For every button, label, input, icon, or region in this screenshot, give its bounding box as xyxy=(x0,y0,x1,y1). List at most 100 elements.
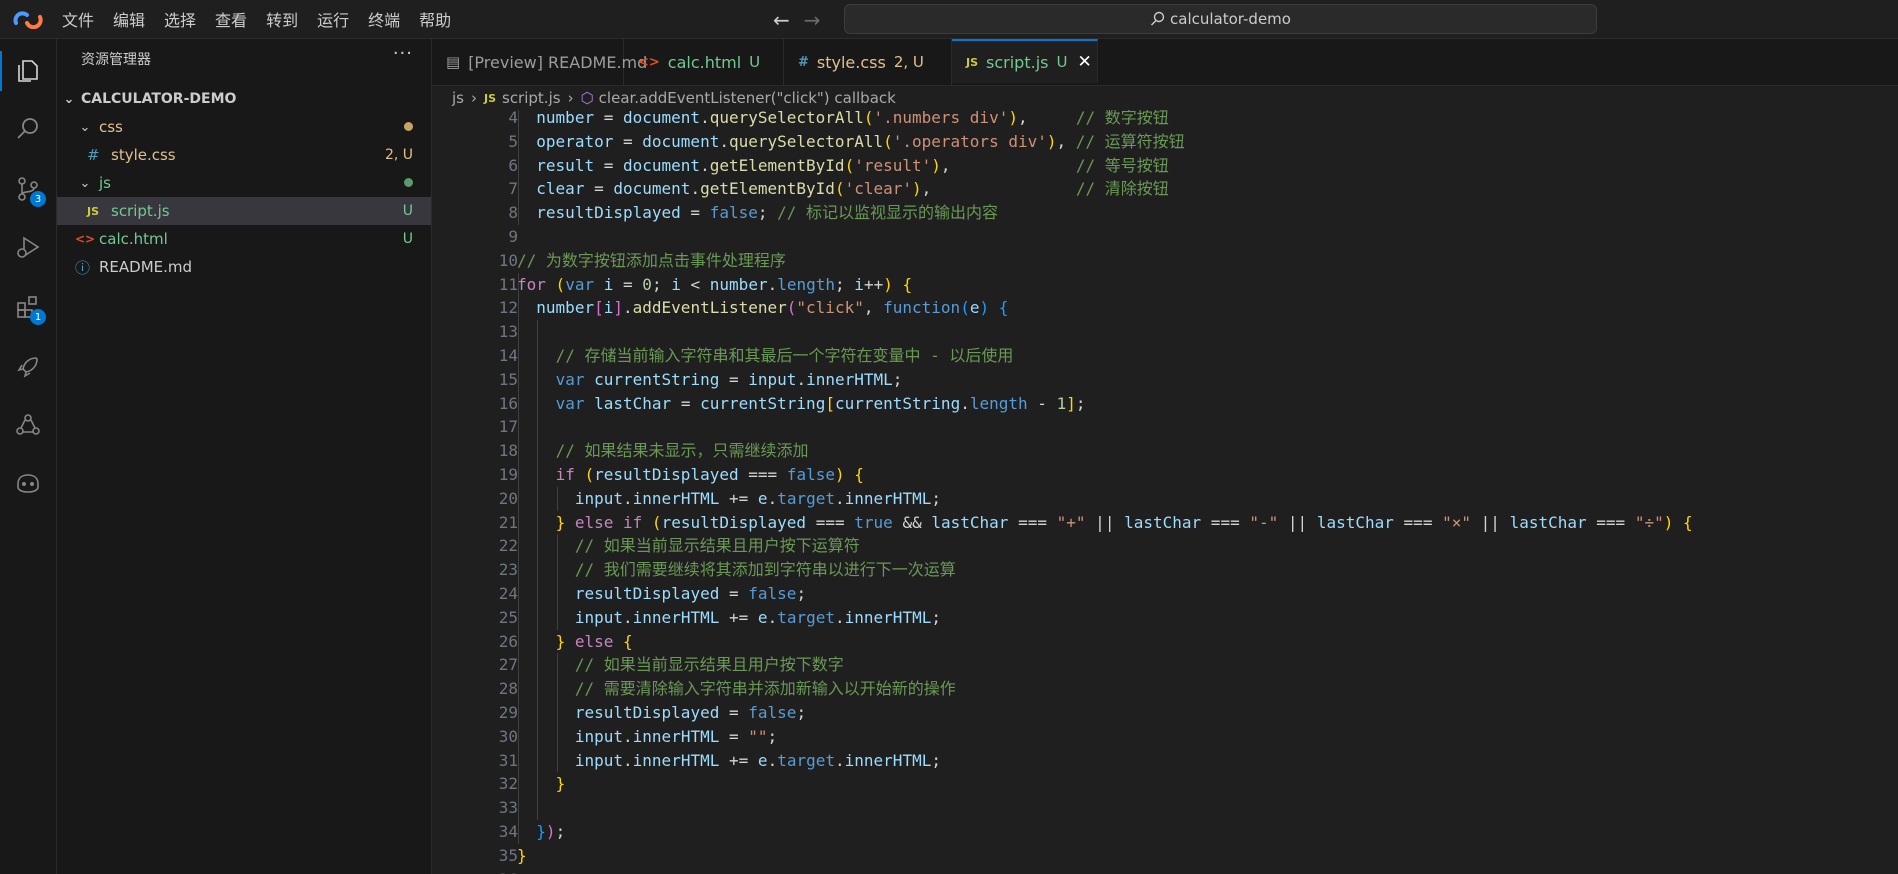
breadcrumb-file[interactable]: script.js xyxy=(502,89,561,107)
code-line[interactable]: 20 input.innerHTML += e.target.innerHTML… xyxy=(432,487,1898,511)
menu-view[interactable]: 查看 xyxy=(215,7,247,31)
code-line[interactable]: 7 clear = document.getElementById('clear… xyxy=(432,177,1898,201)
file-status: 2, U xyxy=(384,147,413,163)
symbol-method-icon: ⬡ xyxy=(580,89,594,107)
code-line[interactable]: 16 var lastChar = currentString[currentS… xyxy=(432,392,1898,416)
tab-label: script.js xyxy=(986,52,1049,72)
menu-run[interactable]: 运行 xyxy=(317,7,349,31)
code-line[interactable]: 21 } else if (resultDisplayed === true &… xyxy=(432,511,1898,535)
line-number: 11 xyxy=(498,274,518,294)
menu-selection[interactable]: 选择 xyxy=(164,7,196,31)
line-number: 10 xyxy=(498,250,518,270)
line-number: 23 xyxy=(498,560,518,580)
tab-label: calc.html xyxy=(667,52,742,72)
code-line[interactable]: 6 result = document.getElementById('resu… xyxy=(432,154,1898,178)
tree-item-css[interactable]: ⌄ css xyxy=(57,113,431,141)
modified-dot xyxy=(404,119,413,135)
code-line[interactable]: 15 var currentString = input.innerHTML; xyxy=(432,368,1898,392)
code-line[interactable]: 30 input.innerHTML = ""; xyxy=(432,725,1898,749)
live-share-button[interactable] xyxy=(8,405,48,445)
code-line[interactable]: 36 xyxy=(432,868,1898,874)
code-line[interactable]: 29 resultDisplayed = false; xyxy=(432,701,1898,725)
code-line[interactable]: 23 // 我们需要继续将其添加到字符串以进行下一次运算 xyxy=(432,558,1898,582)
more-actions-icon[interactable]: ··· xyxy=(393,43,413,64)
activity-bar: 3 1 xyxy=(0,39,57,874)
menu-edit[interactable]: 编辑 xyxy=(113,7,145,31)
css-file-icon: # xyxy=(87,146,100,164)
code-line[interactable]: 31 input.innerHTML += e.target.innerHTML… xyxy=(432,749,1898,773)
code-line[interactable]: 35} xyxy=(432,844,1898,868)
line-source: } xyxy=(555,774,566,794)
run-debug-button[interactable] xyxy=(8,227,48,267)
tab-calc-html[interactable]: <> calc.html U xyxy=(624,39,784,85)
menu-help[interactable]: 帮助 xyxy=(419,7,451,31)
tree-item-style-css[interactable]: # style.css 2, U xyxy=(57,141,431,169)
code-line[interactable]: 26 } else { xyxy=(432,630,1898,654)
file-status: U xyxy=(402,203,413,219)
tab-readme-preview[interactable]: ▤ [Preview] README.md xyxy=(432,39,647,85)
code-line[interactable]: 24 resultDisplayed = false; xyxy=(432,582,1898,606)
tree-item-script-js[interactable]: JS script.js U xyxy=(57,197,431,225)
code-line[interactable]: 32 } xyxy=(432,772,1898,796)
file-status: U xyxy=(402,231,413,247)
code-line[interactable]: 14 // 存储当前输入字符串和其最后一个字符在变量中 - 以后使用 xyxy=(432,344,1898,368)
line-number: 5 xyxy=(508,131,518,151)
line-source: for (var i = 0; i < number.length; i++) … xyxy=(517,274,913,294)
extensions-button[interactable]: 1 xyxy=(8,287,48,327)
explorer-button[interactable] xyxy=(0,51,48,91)
forward-arrow-icon[interactable]: → xyxy=(804,8,821,32)
line-source: clear = document.getElementById('clear')… xyxy=(536,179,1169,199)
tab-script-js[interactable]: JS script.js U ✕ xyxy=(952,39,1098,83)
line-source: // 如果当前显示结果且用户按下数字 xyxy=(574,655,844,675)
code-line[interactable]: 12 number[i].addEventListener("click", f… xyxy=(432,296,1898,320)
code-line[interactable]: 33 xyxy=(432,796,1898,820)
back-arrow-icon[interactable]: ← xyxy=(773,8,790,32)
line-source: // 存储当前输入字符串和其最后一个字符在变量中 - 以后使用 xyxy=(555,346,1014,365)
code-line[interactable]: 10// 为数字按钮添加点击事件处理程序 xyxy=(432,249,1898,273)
source-control-button[interactable]: 3 xyxy=(8,169,48,209)
code-line[interactable]: 19 if (resultDisplayed === false) { xyxy=(432,463,1898,487)
code-line[interactable]: 34 }); xyxy=(432,820,1898,844)
line-source: resultDisplayed = false; xyxy=(574,703,807,722)
copilot-button[interactable] xyxy=(8,463,48,503)
code-line[interactable]: 5 operator = document.querySelectorAll('… xyxy=(432,130,1898,154)
code-line[interactable]: 22 // 如果当前显示结果且用户按下运算符 xyxy=(432,534,1898,558)
code-line[interactable]: 18 // 如果结果未显示，只需继续添加 xyxy=(432,439,1898,463)
code-line[interactable]: 13 xyxy=(432,320,1898,344)
js-file-icon: JS xyxy=(483,91,496,105)
code-line[interactable]: 9 xyxy=(432,225,1898,249)
tree-item-calc-html[interactable]: <> calc.html U xyxy=(57,225,431,253)
menu-go[interactable]: 转到 xyxy=(266,7,298,31)
line-number: 27 xyxy=(498,655,518,675)
tab-style-css[interactable]: # style.css 2, U xyxy=(784,39,952,85)
breadcrumb-symbol[interactable]: clear.addEventListener("click") callback xyxy=(599,89,896,107)
command-center-search[interactable]: calculator-demo xyxy=(844,4,1597,34)
search-view-button[interactable] xyxy=(8,109,48,149)
breadcrumb-folder[interactable]: js xyxy=(452,89,464,107)
menu-file[interactable]: 文件 xyxy=(62,7,94,31)
line-number: 34 xyxy=(498,822,518,841)
code-line[interactable]: 4 number = document.querySelectorAll('.n… xyxy=(432,110,1898,130)
untracked-dot xyxy=(404,175,413,191)
menu-terminal[interactable]: 终端 xyxy=(368,7,400,31)
line-source: var lastChar = currentString[currentStri… xyxy=(555,393,1086,413)
line-source: number = document.querySelectorAll('.num… xyxy=(536,110,1169,127)
css-file-icon: # xyxy=(798,54,809,70)
code-line[interactable]: 25 input.innerHTML += e.target.innerHTML… xyxy=(432,606,1898,630)
code-line[interactable]: 11 for (var i = 0; i < number.length; i++… xyxy=(432,273,1898,297)
tree-item-readme[interactable]: ⓘ README.md xyxy=(57,253,431,281)
line-source: } else if (resultDisplayed === true && l… xyxy=(555,512,1693,532)
code-line[interactable]: 8 resultDisplayed = false; // 标记以监视显示的输出… xyxy=(432,201,1898,225)
deploy-button[interactable] xyxy=(8,347,48,387)
tab-label: [Preview] README.md xyxy=(468,52,648,72)
close-icon[interactable]: ✕ xyxy=(1077,52,1091,72)
code-line[interactable]: 28 // 需要清除输入字符串并添加新输入以开始新的操作 xyxy=(432,677,1898,701)
line-source: } else { xyxy=(555,631,633,651)
code-line[interactable]: 27 // 如果当前显示结果且用户按下数字 xyxy=(432,653,1898,677)
tree-item-js[interactable]: ⌄ js xyxy=(57,169,431,197)
indent-guide xyxy=(556,653,558,773)
code-editor[interactable]: 4 number = document.querySelectorAll('.n… xyxy=(432,110,1898,874)
line-source: resultDisplayed = false; // 标记以监视显示的输出内容 xyxy=(536,203,999,223)
project-root[interactable]: ⌄ CALCULATOR-DEMO xyxy=(57,85,431,113)
code-line[interactable]: 17 xyxy=(432,415,1898,439)
